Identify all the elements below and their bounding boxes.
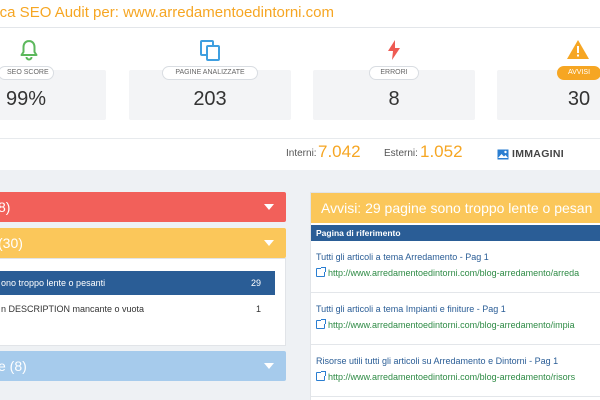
page-url-text: http://www.arredamentoedintorni.com/blog… — [328, 372, 576, 382]
list-item-label: ono troppo lente o pesanti — [1, 278, 106, 288]
list-item-count: 29 — [250, 278, 261, 288]
page-title-link[interactable]: Risorse utili tutti gli articoli su Arre… — [316, 356, 558, 366]
page-title-link[interactable]: Tutti gli articoli a tema Arredamento - … — [316, 252, 489, 262]
images-link[interactable]: IMMAGINI — [512, 148, 564, 160]
stat-seo-score: SEO SCORE 99% — [0, 28, 110, 120]
external-link-icon — [316, 371, 326, 381]
warnings-accordion[interactable]: (30) — [0, 228, 286, 258]
stat-pages: PAGINE ANALIZZATE 203 — [129, 28, 291, 120]
table-row: Tutti gli articoli a tema Arredamento - … — [311, 241, 600, 293]
stats-panel: SEO SCORE 99% PAGINE ANALIZZATE 203 ERRO… — [0, 28, 600, 138]
stat-errors: ERRORI 8 — [313, 28, 475, 120]
list-item-count: 1 — [255, 304, 261, 314]
caret-down-icon — [264, 204, 274, 210]
stat-label: SEO SCORE — [0, 66, 54, 80]
warnings-list: ono troppo lente o pesanti 29 n DESCRIPT… — [0, 258, 286, 346]
errors-accordion[interactable]: 8) — [0, 192, 286, 222]
stat-label: ERRORI — [369, 66, 419, 80]
table-row: Tutti gli articoli a tema Impianti e fin… — [311, 293, 600, 345]
list-item[interactable]: ono troppo lente o pesanti 29 — [0, 271, 275, 295]
warning-detail-panel: Avvisi: 29 pagine sono troppo lente o pe… — [310, 192, 600, 400]
list-item[interactable]: n DESCRIPTION mancante o vuota 1 — [0, 297, 275, 321]
warnings-accordion-title: (30) — [0, 235, 23, 251]
external-link-icon — [316, 267, 326, 277]
links-row: Interni: 7.042 Esterni: 1.052 IMMAGINI — [0, 138, 600, 170]
bell-icon — [20, 40, 38, 61]
notices-accordion[interactable]: e (8) — [0, 351, 286, 381]
caret-down-icon — [264, 240, 274, 246]
table-row: Risorse utili tutti gli articoli su Arre… — [311, 345, 600, 397]
stat-label: AVVISI — [557, 66, 600, 80]
errors-accordion-title: 8) — [0, 199, 11, 215]
detail-subheader-title: Pagina di riferimento — [316, 228, 401, 238]
stat-value: 99% — [5, 88, 47, 110]
external-links-label: Esterni: — [384, 148, 418, 159]
caret-down-icon — [264, 363, 274, 369]
internal-links-label: Interni: — [286, 148, 317, 159]
image-icon — [497, 149, 509, 160]
notices-accordion-title: e (8) — [0, 358, 27, 374]
detail-header-title: Avvisi: 29 pagine sono troppo lente o pe… — [321, 200, 593, 216]
lightning-icon — [388, 40, 400, 60]
warning-icon — [567, 40, 589, 59]
internal-links-value: 7.042 — [318, 142, 361, 161]
page-url-link[interactable]: http://www.arredamentoedintorni.com/blog… — [316, 267, 580, 278]
external-link-icon — [316, 319, 326, 329]
page-url-link[interactable]: http://www.arredamentoedintorni.com/blog… — [316, 371, 576, 382]
stat-value: 8 — [388, 88, 400, 110]
page-title: nica SEO Audit per: www.arredamentoedint… — [0, 4, 335, 21]
page-url-text: http://www.arredamentoedintorni.com/blog… — [328, 320, 575, 330]
header-bar: nica SEO Audit per: www.arredamentoedint… — [0, 0, 600, 28]
detail-header: Avvisi: 29 pagine sono troppo lente o pe… — [311, 193, 600, 223]
stat-value: 203 — [193, 88, 227, 110]
copy-icon — [200, 40, 220, 61]
external-links-value: 1.052 — [420, 142, 463, 161]
page-url-link[interactable]: http://www.arredamentoedintorni.com/blog… — [316, 319, 575, 330]
stat-value: 30 — [567, 88, 591, 110]
page-title-link[interactable]: Tutti gli articoli a tema Impianti e fin… — [316, 304, 506, 314]
detail-subheader: Pagina di riferimento — [311, 225, 600, 241]
stat-warnings: AVVISI 30 — [497, 28, 600, 120]
page-url-text: http://www.arredamentoedintorni.com/blog… — [328, 268, 580, 278]
list-item-label: n DESCRIPTION mancante o vuota — [1, 304, 145, 314]
stat-label: PAGINE ANALIZZATE — [162, 66, 258, 80]
